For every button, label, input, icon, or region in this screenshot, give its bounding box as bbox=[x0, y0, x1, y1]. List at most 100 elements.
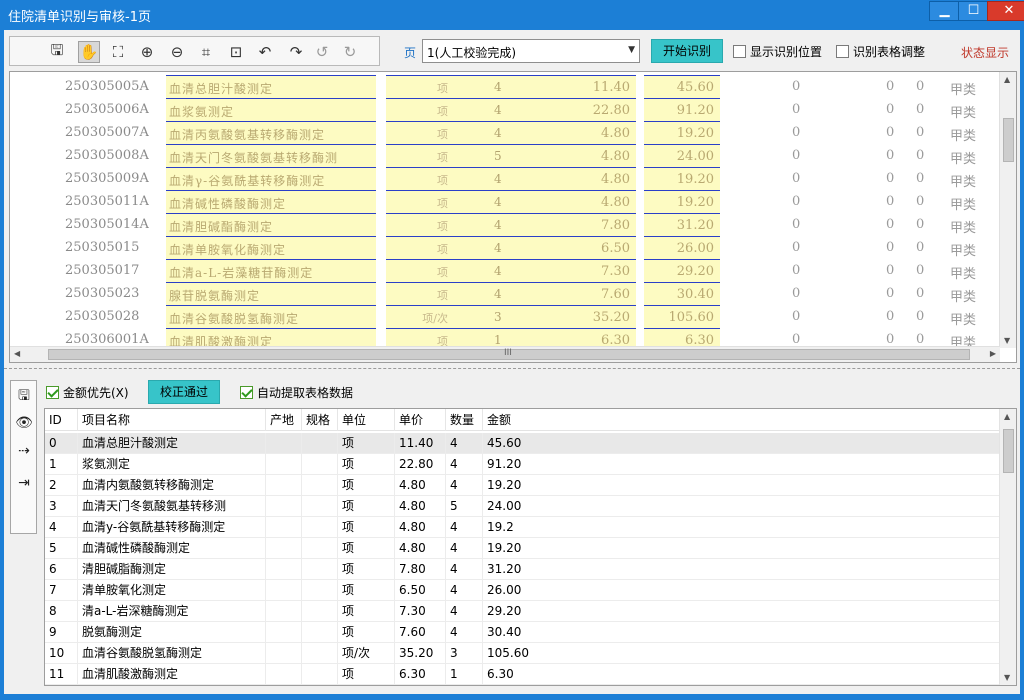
table-cell[interactable]: 项 bbox=[338, 433, 395, 454]
table-cell[interactable]: 24.00 bbox=[483, 496, 1001, 517]
crop-icon[interactable]: ⌗ bbox=[195, 41, 217, 63]
table-cell[interactable] bbox=[266, 496, 302, 517]
table-cell[interactable] bbox=[266, 538, 302, 559]
scroll-down-icon[interactable]: ▼ bbox=[1004, 673, 1010, 682]
delete-row-icon[interactable]: ⇥ bbox=[14, 473, 34, 493]
table-cell[interactable] bbox=[302, 538, 338, 559]
table-cell[interactable]: 22.80 bbox=[395, 454, 446, 475]
table-cell[interactable]: 0 bbox=[45, 433, 78, 454]
table-cell[interactable] bbox=[266, 433, 302, 454]
auto-extract-checkbox[interactable]: 自动提取表格数据 bbox=[240, 384, 353, 401]
table-vertical-scrollbar[interactable]: ▲ ▼ bbox=[999, 409, 1016, 685]
table-cell[interactable]: 浆氨测定 bbox=[78, 454, 266, 475]
table-cell[interactable]: 脱氨酶测定 bbox=[78, 622, 266, 643]
table-cell[interactable] bbox=[266, 580, 302, 601]
table-cell[interactable]: 5 bbox=[446, 496, 483, 517]
scroll-thumb[interactable] bbox=[1003, 429, 1014, 473]
table-row[interactable]: 9 脱氨酶测定 项 7.60 4 30.40 bbox=[45, 622, 1001, 643]
table-cell[interactable] bbox=[266, 475, 302, 496]
table-cell[interactable]: 血清总胆汁酸测定 bbox=[78, 433, 266, 454]
table-cell[interactable]: 7.30 bbox=[395, 601, 446, 622]
table-row[interactable]: 5 血清碱性磷酸酶测定 项 4.80 4 19.20 bbox=[45, 538, 1001, 559]
close-button[interactable]: ✕ bbox=[987, 1, 1024, 21]
table-cell[interactable] bbox=[302, 517, 338, 538]
column-header[interactable]: 单位 bbox=[338, 409, 395, 431]
table-row[interactable]: 10 血清谷氨酸脱氢酶测定 项/次 35.20 3 105.60 bbox=[45, 643, 1001, 664]
table-cell[interactable] bbox=[266, 622, 302, 643]
table-cell[interactable]: 6.50 bbox=[395, 580, 446, 601]
table-row[interactable]: 7 清单胺氧化测定 项 6.50 4 26.00 bbox=[45, 580, 1001, 601]
save-icon[interactable]: 🖫 bbox=[14, 387, 34, 407]
verify-pass-button[interactable]: 校正通过 bbox=[148, 380, 220, 404]
table-cell[interactable]: 7 bbox=[45, 580, 78, 601]
table-cell[interactable]: 35.20 bbox=[395, 643, 446, 664]
table-cell[interactable] bbox=[302, 454, 338, 475]
scroll-right-icon[interactable]: ▶ bbox=[990, 349, 996, 358]
table-row[interactable]: 1 浆氨测定 项 22.80 4 91.20 bbox=[45, 454, 1001, 475]
table-cell[interactable]: 项 bbox=[338, 580, 395, 601]
table-cell[interactable]: 清单胺氧化测定 bbox=[78, 580, 266, 601]
table-cell[interactable]: 4 bbox=[446, 454, 483, 475]
eye-icon[interactable]: 👁 bbox=[14, 413, 34, 433]
table-cell[interactable]: 4 bbox=[446, 622, 483, 643]
table-cell[interactable]: 19.20 bbox=[483, 475, 1001, 496]
status-display[interactable]: 状态显示 bbox=[961, 44, 1009, 61]
rotate-right-icon[interactable]: ↷ bbox=[285, 41, 307, 63]
horizontal-scrollbar[interactable]: ◀ III ▶ bbox=[10, 346, 1000, 362]
table-cell[interactable]: 3 bbox=[446, 643, 483, 664]
table-cell[interactable]: 29.20 bbox=[483, 601, 1001, 622]
zoom-in-icon[interactable]: ⊕ bbox=[136, 41, 158, 63]
hand-pan-icon[interactable]: ✋ bbox=[78, 41, 100, 63]
table-cell[interactable]: 项 bbox=[338, 496, 395, 517]
table-cell[interactable]: 4 bbox=[446, 433, 483, 454]
column-header[interactable]: 产地 bbox=[266, 409, 302, 431]
redo-icon[interactable]: ↻ bbox=[339, 41, 361, 63]
table-cell[interactable] bbox=[302, 559, 338, 580]
table-cell[interactable]: 项 bbox=[338, 517, 395, 538]
table-cell[interactable]: 4 bbox=[45, 517, 78, 538]
pane-splitter[interactable] bbox=[4, 368, 1020, 370]
table-cell[interactable]: 45.60 bbox=[483, 433, 1001, 454]
table-row[interactable]: 0 血清总胆汁酸测定 项 11.40 4 45.60 bbox=[45, 433, 1001, 454]
table-cell[interactable]: 4.80 bbox=[395, 475, 446, 496]
rotate-left-icon[interactable]: ↶ bbox=[254, 41, 276, 63]
table-cell[interactable] bbox=[266, 664, 302, 685]
table-cell[interactable]: 项 bbox=[338, 664, 395, 685]
table-cell[interactable]: 4 bbox=[446, 580, 483, 601]
table-cell[interactable] bbox=[302, 622, 338, 643]
table-cell[interactable]: 7.60 bbox=[395, 622, 446, 643]
scroll-thumb[interactable] bbox=[1003, 118, 1014, 162]
show-position-checkbox[interactable]: 显示识别位置 bbox=[733, 43, 822, 60]
table-row[interactable]: 4 血清y-谷氨酰基转移酶测定项 4.80 4 19.2 bbox=[45, 517, 1001, 538]
insert-row-icon[interactable]: ⇢ bbox=[14, 441, 34, 461]
maximize-button[interactable]: ☐ bbox=[958, 1, 989, 21]
table-cell[interactable] bbox=[266, 643, 302, 664]
table-cell[interactable]: 血清肌酸激酶测定 bbox=[78, 664, 266, 685]
table-cell[interactable]: 6.30 bbox=[483, 664, 1001, 685]
table-cell[interactable] bbox=[302, 496, 338, 517]
table-cell[interactable]: 清胆碱脂酶测定 bbox=[78, 559, 266, 580]
page-select[interactable]: 1(人工校验完成) ▼ bbox=[422, 39, 640, 63]
table-cell[interactable] bbox=[302, 580, 338, 601]
column-header[interactable]: 数量 bbox=[446, 409, 483, 431]
table-cell[interactable]: 血清谷氨酸脱氢酶测定 bbox=[78, 643, 266, 664]
table-cell[interactable]: 4.80 bbox=[395, 517, 446, 538]
table-cell[interactable]: 11 bbox=[45, 664, 78, 685]
table-cell[interactable]: 19.2 bbox=[483, 517, 1001, 538]
table-cell[interactable]: 4.80 bbox=[395, 538, 446, 559]
table-cell[interactable]: 4 bbox=[446, 538, 483, 559]
table-cell[interactable]: 30.40 bbox=[483, 622, 1001, 643]
table-cell[interactable]: 2 bbox=[45, 475, 78, 496]
table-cell[interactable]: 项 bbox=[338, 601, 395, 622]
column-header[interactable]: 项目名称 bbox=[78, 409, 266, 431]
table-cell[interactable]: 11.40 bbox=[395, 433, 446, 454]
table-cell[interactable]: 4 bbox=[446, 475, 483, 496]
scroll-down-icon[interactable]: ▼ bbox=[1004, 336, 1010, 345]
table-cell[interactable]: 项 bbox=[338, 559, 395, 580]
column-header[interactable]: ID bbox=[45, 409, 78, 431]
table-cell[interactable] bbox=[266, 454, 302, 475]
table-cell[interactable] bbox=[302, 601, 338, 622]
table-cell[interactable]: 1 bbox=[446, 664, 483, 685]
column-header[interactable]: 规格 bbox=[302, 409, 338, 431]
scroll-up-icon[interactable]: ▲ bbox=[1004, 75, 1010, 84]
